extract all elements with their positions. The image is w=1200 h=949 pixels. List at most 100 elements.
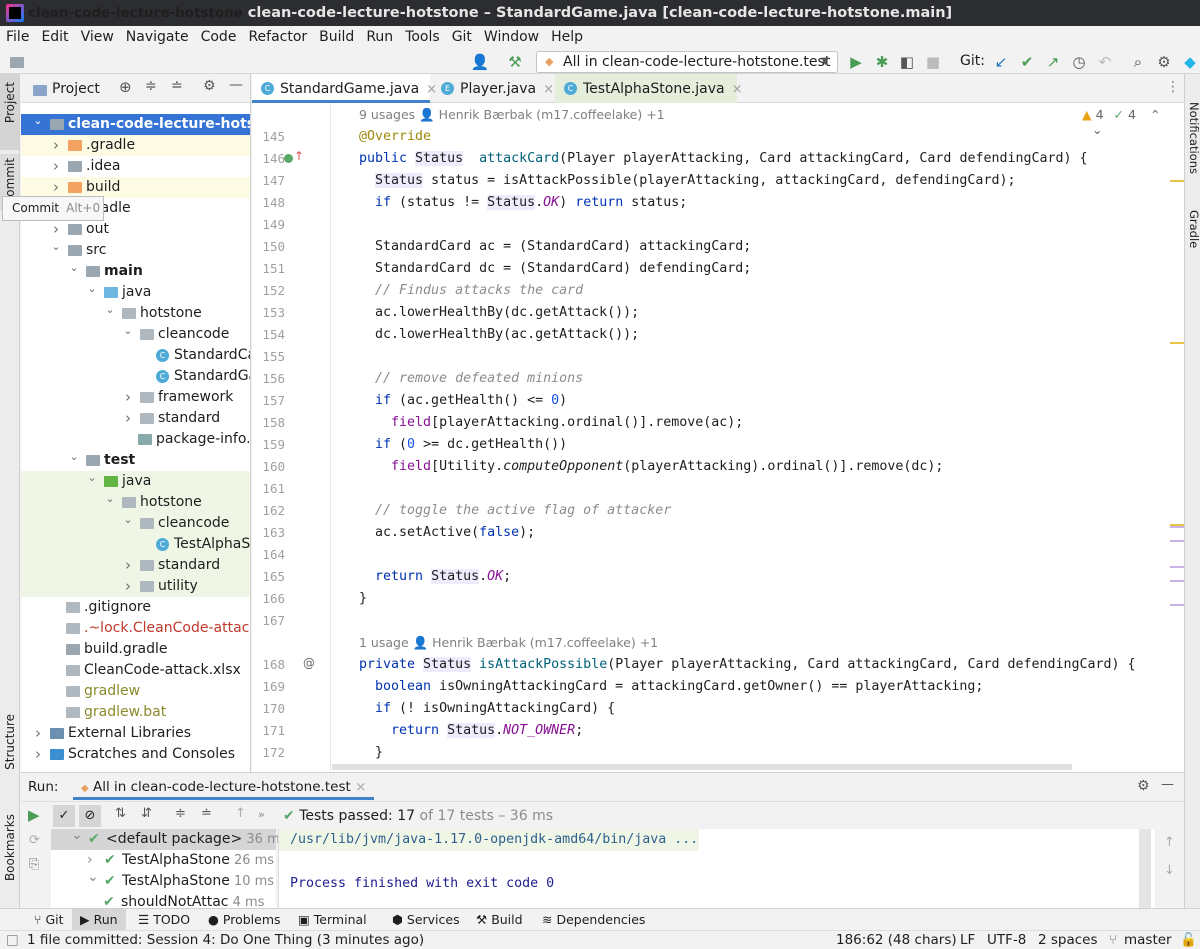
tree-item[interactable]: ⌄ cleancode — [21, 324, 250, 345]
menu-edit[interactable]: Edit — [41, 26, 74, 48]
tab-testalphastone[interactable]: C TestAlphaStone.java × — [555, 74, 743, 103]
tool-tab-todo[interactable]: ☰ TODO — [130, 909, 198, 931]
toggle-auto-test-icon[interactable]: ⟳ — [29, 833, 40, 848]
code-line[interactable]: 158 field[playerAttacking.ordinal()].rem… — [258, 412, 1178, 434]
tree-item[interactable]: .~lock.CleanCode-attack.x — [21, 618, 250, 639]
build-hammer-icon[interactable]: ⚒ — [505, 52, 525, 72]
usage-stripe-mark[interactable] — [1170, 580, 1184, 582]
warning-stripe-mark[interactable] — [1170, 342, 1184, 344]
code-line[interactable]: 145 @Override — [258, 126, 1178, 148]
file-encoding[interactable]: UTF-8 — [987, 931, 1026, 949]
tree-item[interactable]: ⌄ java — [21, 282, 250, 303]
structure-tool-button[interactable]: Structure — [3, 714, 17, 770]
notifications-tool-button[interactable]: Notifications — [1187, 102, 1200, 174]
tree-item[interactable]: › standard — [21, 408, 250, 429]
expand-all-icon[interactable]: ≑ — [175, 806, 186, 821]
code-line[interactable]: 163 ac.setActive(false); — [258, 522, 1178, 544]
menu-file[interactable]: File — [6, 26, 35, 48]
expand-all-icon[interactable]: ≑ — [145, 78, 157, 94]
tree-item[interactable]: .gitignore — [21, 597, 250, 618]
coverage-icon[interactable]: ◧ — [897, 52, 917, 72]
usage-stripe-mark[interactable] — [1170, 540, 1184, 542]
code-line[interactable]: 164 — [258, 544, 1178, 566]
project-breadcrumb[interactable]: clean-code-lecture-hotstone — [28, 5, 243, 21]
code-area[interactable]: 9 usages 👤 Henrik Bærbak (m17.coffeelake… — [258, 104, 1170, 772]
gradle-tool-button[interactable]: Gradle — [1187, 210, 1200, 248]
code-line[interactable]: 154 dc.lowerHealthBy(ac.getAttack()); — [258, 324, 1178, 346]
hide-panel-icon[interactable]: — — [1161, 777, 1174, 792]
tree-item[interactable]: package-info.ja — [21, 429, 250, 450]
tool-tab-run[interactable]: ▶ Run — [72, 909, 126, 931]
chevron-down-icon[interactable]: ⌄ — [71, 825, 83, 846]
horizontal-scrollbar[interactable] — [332, 764, 1072, 770]
options-gear-icon[interactable]: ⚙ — [203, 78, 216, 94]
code-line[interactable]: 165 return Status.OK; — [258, 566, 1178, 588]
status-message[interactable]: 1 file committed: Session 4: Do One Thin… — [27, 931, 424, 949]
collapse-all-icon[interactable]: ≐ — [201, 806, 212, 821]
git-push-icon[interactable]: ↗ — [1043, 52, 1063, 72]
tool-tab-dependencies[interactable]: ≋ Dependencies — [534, 909, 653, 931]
close-tab-icon[interactable]: × — [355, 779, 366, 795]
show-passed-toggle[interactable]: ✓ — [53, 805, 75, 827]
close-tab-icon[interactable]: × — [732, 82, 743, 97]
usage-stripe-mark[interactable] — [1170, 526, 1184, 528]
run-configuration-select[interactable]: ◆ All in clean-code-lecture-hotstone.tes… — [536, 51, 838, 73]
usage-stripe-mark[interactable] — [1170, 566, 1184, 568]
code-line[interactable]: 166} — [258, 588, 1178, 610]
previous-failed-icon[interactable]: ↑ — [235, 806, 246, 821]
tool-tab-git[interactable]: ⑂ Git — [26, 909, 72, 931]
readonly-lock-icon[interactable]: 🔓 — [1180, 931, 1197, 949]
tree-item[interactable]: › .gradle — [21, 135, 250, 156]
menu-help[interactable]: Help — [551, 26, 589, 48]
code-line[interactable]: 153 ac.lowerHealthBy(dc.getAttack()); — [258, 302, 1178, 324]
chevron-down-icon[interactable]: ⌄ — [68, 257, 80, 278]
tool-tab-services[interactable]: ⬢ Services — [384, 909, 468, 931]
indent-setting[interactable]: 2 spaces — [1038, 931, 1098, 949]
code-line[interactable]: 162 // toggle the active flag of attacke… — [258, 500, 1178, 522]
run-tab[interactable]: ◆ All in clean-code-lecture-hotstone.tes… — [73, 773, 375, 800]
code-line[interactable]: 170 if (! isOwningAttackingCard) { — [258, 698, 1178, 720]
tree-item[interactable]: ⌄clean-code-lecture-hotsto — [21, 114, 250, 135]
menu-code[interactable]: Code — [201, 26, 243, 48]
test-tree-item[interactable]: ⌄ ✔ TestAlphaStone 10 ms — [51, 869, 276, 892]
menu-run[interactable]: Run — [366, 26, 399, 48]
chevron-down-icon[interactable]: ⌄ — [86, 467, 98, 488]
menu-git[interactable]: Git — [452, 26, 478, 48]
usage-hint[interactable]: 9 usages 👤 Henrik Bærbak (m17.coffeelake… — [359, 104, 665, 126]
code-line[interactable]: 172 } — [258, 742, 1178, 764]
git-rollback-icon[interactable]: ↶ — [1095, 52, 1115, 72]
tree-item[interactable]: C StandardCar — [21, 345, 250, 366]
tree-item[interactable]: › utility — [21, 576, 250, 597]
run-settings-gear-icon[interactable]: ⚙ — [1137, 778, 1150, 794]
tree-item[interactable]: gradlew.bat — [21, 702, 250, 723]
chevron-down-icon[interactable]: ⌄ — [87, 867, 99, 888]
restore-layout-icon[interactable]: ⎘ — [29, 857, 39, 872]
code-line[interactable]: 159 if (0 >= dc.getHealth()) — [258, 434, 1178, 456]
tree-item[interactable]: ⌄ test — [21, 450, 250, 471]
run-icon[interactable]: ▶ — [846, 52, 866, 72]
search-icon[interactable]: ⌕ — [1128, 52, 1148, 72]
chevron-right-icon[interactable]: › — [32, 744, 44, 765]
menu-refactor[interactable]: Refactor — [248, 26, 313, 48]
user-icon[interactable]: 👤 — [470, 52, 490, 72]
chevron-down-icon[interactable]: ⌄ — [122, 509, 134, 530]
chevron-down-icon[interactable]: ⌄ — [122, 320, 134, 341]
tree-item[interactable]: ⌄ java — [21, 471, 250, 492]
git-commit-icon[interactable]: ✔ — [1017, 52, 1037, 72]
locate-file-icon[interactable]: ⊕ — [119, 78, 132, 96]
code-line[interactable]: 160 field[Utility.computeOpponent(player… — [258, 456, 1178, 478]
tree-item[interactable]: build.gradle — [21, 639, 250, 660]
console-scrollbar[interactable] — [1139, 829, 1151, 909]
more-tabs-icon[interactable]: ⋮ — [1166, 79, 1180, 95]
stop-icon[interactable]: ■ — [923, 52, 943, 72]
tree-item[interactable]: › External Libraries — [21, 723, 250, 744]
chevron-right-icon[interactable]: › — [122, 555, 134, 576]
rerun-icon[interactable]: ▶ — [28, 806, 40, 824]
tree-item[interactable]: ⌄ src — [21, 240, 250, 261]
code-line[interactable]: 157 if (ac.getHealth() <= 0) — [258, 390, 1178, 412]
code-line[interactable]: 146 public Status attackCard(Player playe… — [258, 148, 1178, 170]
collapse-all-icon[interactable]: ≐ — [171, 78, 183, 94]
project-tool-button[interactable]: Project — [0, 74, 19, 150]
bookmarks-tool-button[interactable]: Bookmarks — [3, 814, 17, 881]
tool-tab-terminal[interactable]: ▣ Terminal — [290, 909, 375, 931]
